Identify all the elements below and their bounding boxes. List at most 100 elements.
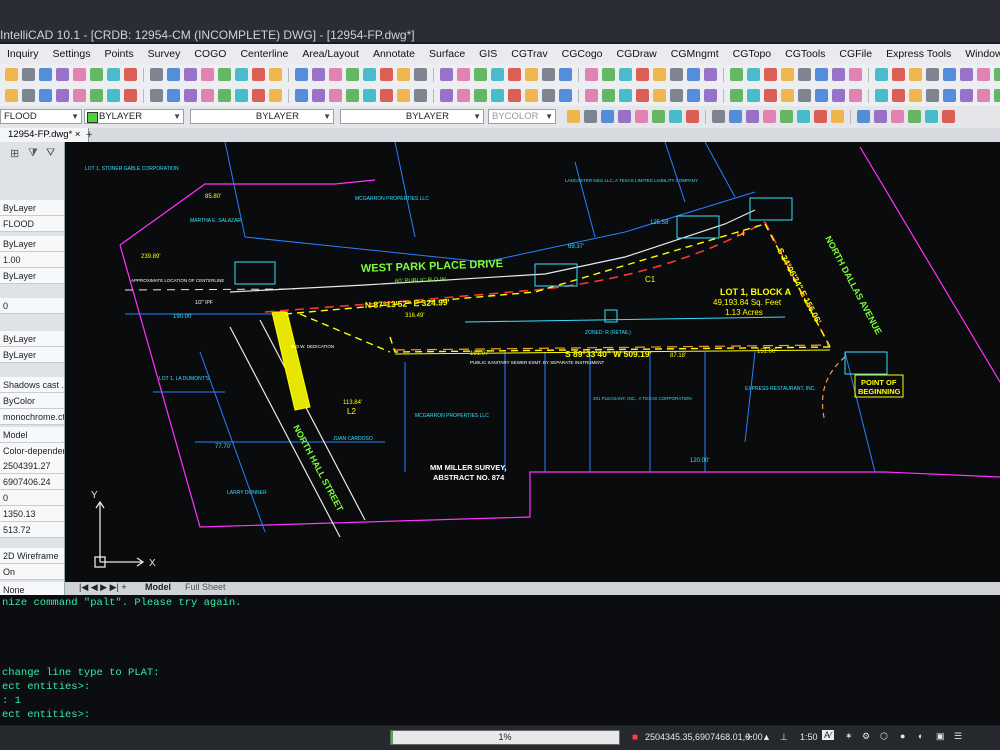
toolbar-tool-icon[interactable] bbox=[39, 89, 52, 102]
menu-cgcogo[interactable]: CGCogo bbox=[555, 48, 610, 60]
toolbar-tool-icon[interactable] bbox=[926, 68, 939, 81]
menu-cgtools[interactable]: CGTools bbox=[778, 48, 832, 60]
toolbar-tool-icon[interactable] bbox=[252, 68, 265, 81]
toolbar-tool-icon[interactable] bbox=[994, 89, 1000, 102]
toolbar-tool-icon[interactable] bbox=[943, 68, 956, 81]
toolbar-tool-icon[interactable] bbox=[90, 89, 103, 102]
annotation-visibility-icon[interactable]: ✶ bbox=[845, 731, 853, 742]
toolbar-tool-icon[interactable] bbox=[763, 110, 776, 123]
toolbar-tool-icon[interactable] bbox=[619, 68, 632, 81]
workspace-icon[interactable]: ⚙ bbox=[862, 731, 870, 742]
drawing-canvas[interactable]: WEST PARK PLACE DRIVE 60' PUBLIC R.O.W. … bbox=[65, 142, 1000, 582]
property-value[interactable]: 1350.13 bbox=[0, 506, 64, 522]
toolbar-tool-icon[interactable] bbox=[269, 68, 282, 81]
toolbar-tool-icon[interactable] bbox=[636, 89, 649, 102]
plotstyle-dropdown[interactable]: BYCOLOR ▼ bbox=[488, 109, 556, 124]
toolbar-tool-icon[interactable] bbox=[602, 89, 615, 102]
tab-full-sheet[interactable]: Full Sheet bbox=[185, 582, 226, 592]
toolbar-tool-icon[interactable] bbox=[669, 110, 682, 123]
property-value[interactable]: ByColor bbox=[0, 393, 64, 409]
menu-cgtopo[interactable]: CGTopo bbox=[726, 48, 779, 60]
toolbar-tool-icon[interactable] bbox=[312, 68, 325, 81]
toolbar-tool-icon[interactable] bbox=[542, 89, 555, 102]
toolbar-tool-icon[interactable] bbox=[704, 68, 717, 81]
toolbar-tool-icon[interactable] bbox=[457, 68, 470, 81]
toolbar-tool-icon[interactable] bbox=[730, 68, 743, 81]
scale-readout[interactable]: 1:50 bbox=[800, 732, 818, 742]
toolbar-tool-icon[interactable] bbox=[5, 68, 18, 81]
toolbar-tool-icon[interactable] bbox=[218, 89, 231, 102]
snap-icon[interactable]: ✛ bbox=[745, 732, 753, 743]
toolbar-tool-icon[interactable] bbox=[764, 89, 777, 102]
toolbar-tool-icon[interactable] bbox=[508, 89, 521, 102]
toolbar-tool-icon[interactable] bbox=[525, 89, 538, 102]
tab-model[interactable]: Model bbox=[145, 582, 171, 592]
menu-cgdraw[interactable]: CGDraw bbox=[610, 48, 664, 60]
close-icon[interactable]: × bbox=[75, 129, 81, 140]
toolbar-tool-icon[interactable] bbox=[380, 89, 393, 102]
toolbar-tool-icon[interactable] bbox=[397, 68, 410, 81]
property-value[interactable]: On bbox=[0, 564, 64, 580]
toolbar-tool-icon[interactable] bbox=[39, 68, 52, 81]
toolbar-tool-icon[interactable] bbox=[798, 68, 811, 81]
toolbar-tool-icon[interactable] bbox=[815, 68, 828, 81]
menu-window[interactable]: Window bbox=[958, 48, 1000, 60]
annotation-scale-icon[interactable]: A⁄ bbox=[822, 730, 834, 740]
toolbar-tool-icon[interactable] bbox=[22, 68, 35, 81]
toolbar-tool-icon[interactable] bbox=[908, 110, 921, 123]
warning-icon[interactable]: ■ bbox=[632, 732, 638, 743]
toolbar-tool-icon[interactable] bbox=[542, 68, 555, 81]
toolbar-tool-icon[interactable] bbox=[329, 89, 342, 102]
toolbar-tool-icon[interactable] bbox=[832, 68, 845, 81]
toolbar-tool-icon[interactable] bbox=[994, 68, 1000, 81]
menu-cogo[interactable]: COGO bbox=[187, 48, 233, 60]
toolbar-tool-icon[interactable] bbox=[312, 89, 325, 102]
toolbar-tool-icon[interactable] bbox=[960, 89, 973, 102]
toolbar-tool-icon[interactable] bbox=[832, 89, 845, 102]
tab-nav-arrows[interactable]: |◀ ◀ ▶ ▶| + bbox=[79, 582, 127, 593]
toolbar-tool-icon[interactable] bbox=[397, 89, 410, 102]
linetype-dropdown[interactable]: BYLAYER ▼ bbox=[190, 109, 334, 124]
menu-survey[interactable]: Survey bbox=[141, 48, 188, 60]
filter-icon[interactable]: ⛛ bbox=[46, 147, 55, 160]
toolbar-tool-icon[interactable] bbox=[252, 89, 265, 102]
property-value[interactable]: 513.72 bbox=[0, 522, 64, 538]
grid-icon[interactable]: ▲ bbox=[762, 732, 771, 742]
layer-dropdown[interactable]: FLOOD ▼ bbox=[0, 109, 82, 124]
menu-points[interactable]: Points bbox=[97, 48, 140, 60]
toolbar-tool-icon[interactable] bbox=[474, 89, 487, 102]
toolbar-tool-icon[interactable] bbox=[909, 89, 922, 102]
toolbar-tool-icon[interactable] bbox=[22, 89, 35, 102]
toolbar-tool-icon[interactable] bbox=[559, 89, 572, 102]
toolbar-tool-icon[interactable] bbox=[559, 68, 572, 81]
command-console[interactable]: nize command "palt". Please try again. ch… bbox=[0, 595, 1000, 725]
toolbar-tool-icon[interactable] bbox=[346, 68, 359, 81]
toolbar-tool-icon[interactable] bbox=[635, 110, 648, 123]
property-value[interactable]: monochrome.ctb bbox=[0, 409, 64, 425]
toolbar-tool-icon[interactable] bbox=[960, 68, 973, 81]
toolbar-tool-icon[interactable] bbox=[797, 110, 810, 123]
toolbar-tool-icon[interactable] bbox=[150, 68, 163, 81]
property-value[interactable]: 0 bbox=[0, 490, 64, 506]
toolbar-tool-icon[interactable] bbox=[729, 110, 742, 123]
property-value[interactable]: FLOOD bbox=[0, 216, 64, 232]
select-objects-icon[interactable]: ⊞ bbox=[10, 147, 19, 160]
toolbar-tool-icon[interactable] bbox=[619, 89, 632, 102]
toolbar-tool-icon[interactable] bbox=[831, 110, 844, 123]
toolbar-tool-icon[interactable] bbox=[346, 89, 359, 102]
toolbar-tool-icon[interactable] bbox=[875, 68, 888, 81]
property-value[interactable]: 2504391.27 bbox=[0, 458, 64, 474]
menu-centerline[interactable]: Centerline bbox=[233, 48, 295, 60]
toolbar-tool-icon[interactable] bbox=[618, 110, 631, 123]
toolbar-tool-icon[interactable] bbox=[457, 89, 470, 102]
property-value[interactable]: ByLayer bbox=[0, 331, 64, 347]
customize-icon[interactable]: ☰ bbox=[954, 731, 962, 742]
toolbar-tool-icon[interactable] bbox=[295, 89, 308, 102]
menu-area-layout[interactable]: Area/Layout bbox=[295, 48, 366, 60]
tab-document[interactable]: 12954-FP.dwg* × bbox=[0, 128, 90, 142]
ortho-icon[interactable]: ⊥ bbox=[780, 732, 788, 743]
toolbar-tool-icon[interactable] bbox=[687, 89, 700, 102]
toolbar-tool-icon[interactable] bbox=[814, 110, 827, 123]
toolbar-tool-icon[interactable] bbox=[73, 89, 86, 102]
toolbar-tool-icon[interactable] bbox=[798, 89, 811, 102]
